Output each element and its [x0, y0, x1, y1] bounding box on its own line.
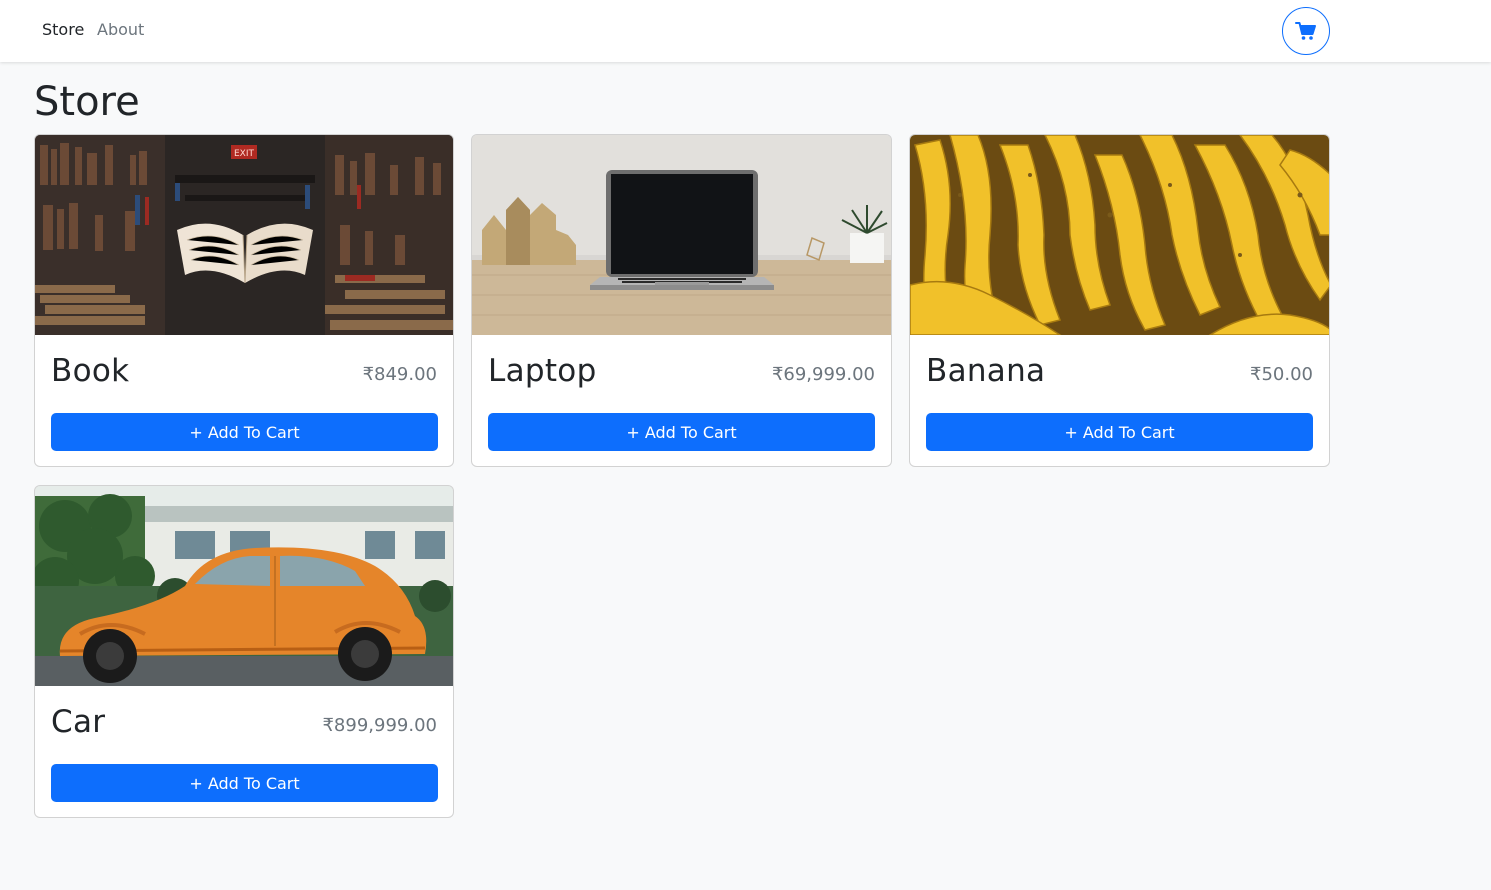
product-price: ₹899,999.00	[322, 715, 437, 736]
product-price: ₹849.00	[362, 364, 437, 385]
product-price: ₹50.00	[1250, 364, 1313, 385]
product-name: Laptop	[488, 353, 597, 389]
add-to-cart-button[interactable]: + Add To Cart	[926, 413, 1313, 451]
product-card-car: Car ₹899,999.00 + Add To Cart	[34, 485, 454, 818]
product-card-banana: Banana ₹50.00 + Add To Cart	[909, 134, 1330, 467]
book-photo: EXIT	[35, 135, 453, 335]
navbar: Store About	[0, 0, 1491, 62]
banana-photo	[910, 135, 1329, 335]
product-name: Banana	[926, 353, 1046, 389]
svg-text:EXIT: EXIT	[234, 149, 255, 159]
add-to-cart-button[interactable]: + Add To Cart	[51, 413, 438, 451]
product-card-laptop: Laptop ₹69,999.00 + Add To Cart	[471, 134, 892, 467]
laptop-photo	[472, 135, 891, 335]
product-name: Book	[51, 353, 130, 389]
product-card-book: EXIT Book ₹849.00 + Add To Cart	[34, 134, 454, 467]
page-title: Store	[34, 79, 140, 125]
cart-button[interactable]	[1282, 7, 1330, 55]
add-to-cart-button[interactable]: + Add To Cart	[51, 764, 438, 802]
car-photo	[35, 486, 453, 686]
nav-link-store[interactable]: Store	[42, 19, 84, 41]
shopping-cart-icon	[1295, 22, 1316, 40]
add-to-cart-button[interactable]: + Add To Cart	[488, 413, 875, 451]
product-name: Car	[51, 704, 106, 740]
nav-link-about[interactable]: About	[97, 19, 144, 41]
product-price: ₹69,999.00	[771, 364, 875, 385]
